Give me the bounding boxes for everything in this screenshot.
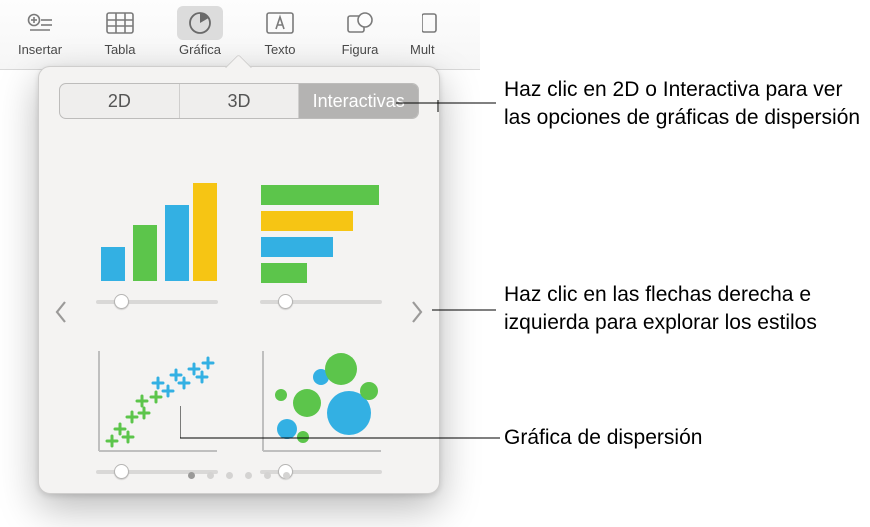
next-style-arrow[interactable] xyxy=(405,292,429,332)
toolbar-label: Mult xyxy=(410,42,450,57)
shape-icon xyxy=(345,10,375,36)
toolbar-item-table[interactable]: Tabla xyxy=(80,6,160,57)
toolbar-label: Texto xyxy=(264,42,295,57)
text-box-icon xyxy=(265,11,295,35)
page-dot[interactable] xyxy=(245,472,252,479)
chart-style-bar[interactable] xyxy=(253,145,389,305)
bar-chart-icon xyxy=(257,177,385,287)
page-dot[interactable] xyxy=(188,472,195,479)
chart-type-tabs: 2D 3D Interactivas xyxy=(59,83,419,119)
toolbar-label: Gráfica xyxy=(179,42,221,57)
pie-chart-icon xyxy=(186,10,214,36)
page-dot[interactable] xyxy=(207,472,214,479)
callout-arrows: Haz clic en las flechas derecha e izquie… xyxy=(504,281,864,338)
chart-style-column[interactable] xyxy=(89,145,225,305)
toolbar-item-insert[interactable]: Insertar xyxy=(0,6,80,57)
chevron-right-icon xyxy=(410,300,424,324)
toolbar-item-text[interactable]: Texto xyxy=(240,6,320,57)
toolbar-item-chart[interactable]: Gráfica xyxy=(160,6,240,57)
tab-3d[interactable]: 3D xyxy=(180,84,300,118)
page-dot[interactable] xyxy=(283,472,290,479)
toolbar-label: Insertar xyxy=(18,42,62,57)
chart-style-scatter[interactable] xyxy=(89,315,225,475)
toolbar-label: Figura xyxy=(342,42,379,57)
column-chart-icon xyxy=(93,177,221,287)
chevron-left-icon xyxy=(54,300,68,324)
chart-style-bubble[interactable] xyxy=(253,315,389,475)
toolbar-label: Tabla xyxy=(104,42,135,57)
page-dot[interactable] xyxy=(226,472,233,479)
tab-2d[interactable]: 2D xyxy=(60,84,180,118)
callout-tabs: Haz clic en 2D o Interactiva para ver la… xyxy=(504,76,864,133)
insert-icon xyxy=(26,12,54,34)
style-slider[interactable] xyxy=(96,297,218,305)
table-icon xyxy=(105,11,135,35)
page-dot[interactable] xyxy=(264,472,271,479)
style-slider[interactable] xyxy=(260,297,382,305)
media-icon xyxy=(422,11,438,35)
toolbar-item-media[interactable]: Mult xyxy=(400,6,460,57)
page-indicator[interactable] xyxy=(39,472,439,479)
callout-scatter: Gráfica de dispersión xyxy=(504,424,702,452)
prev-style-arrow[interactable] xyxy=(49,292,73,332)
toolbar-item-shape[interactable]: Figura xyxy=(320,6,400,57)
